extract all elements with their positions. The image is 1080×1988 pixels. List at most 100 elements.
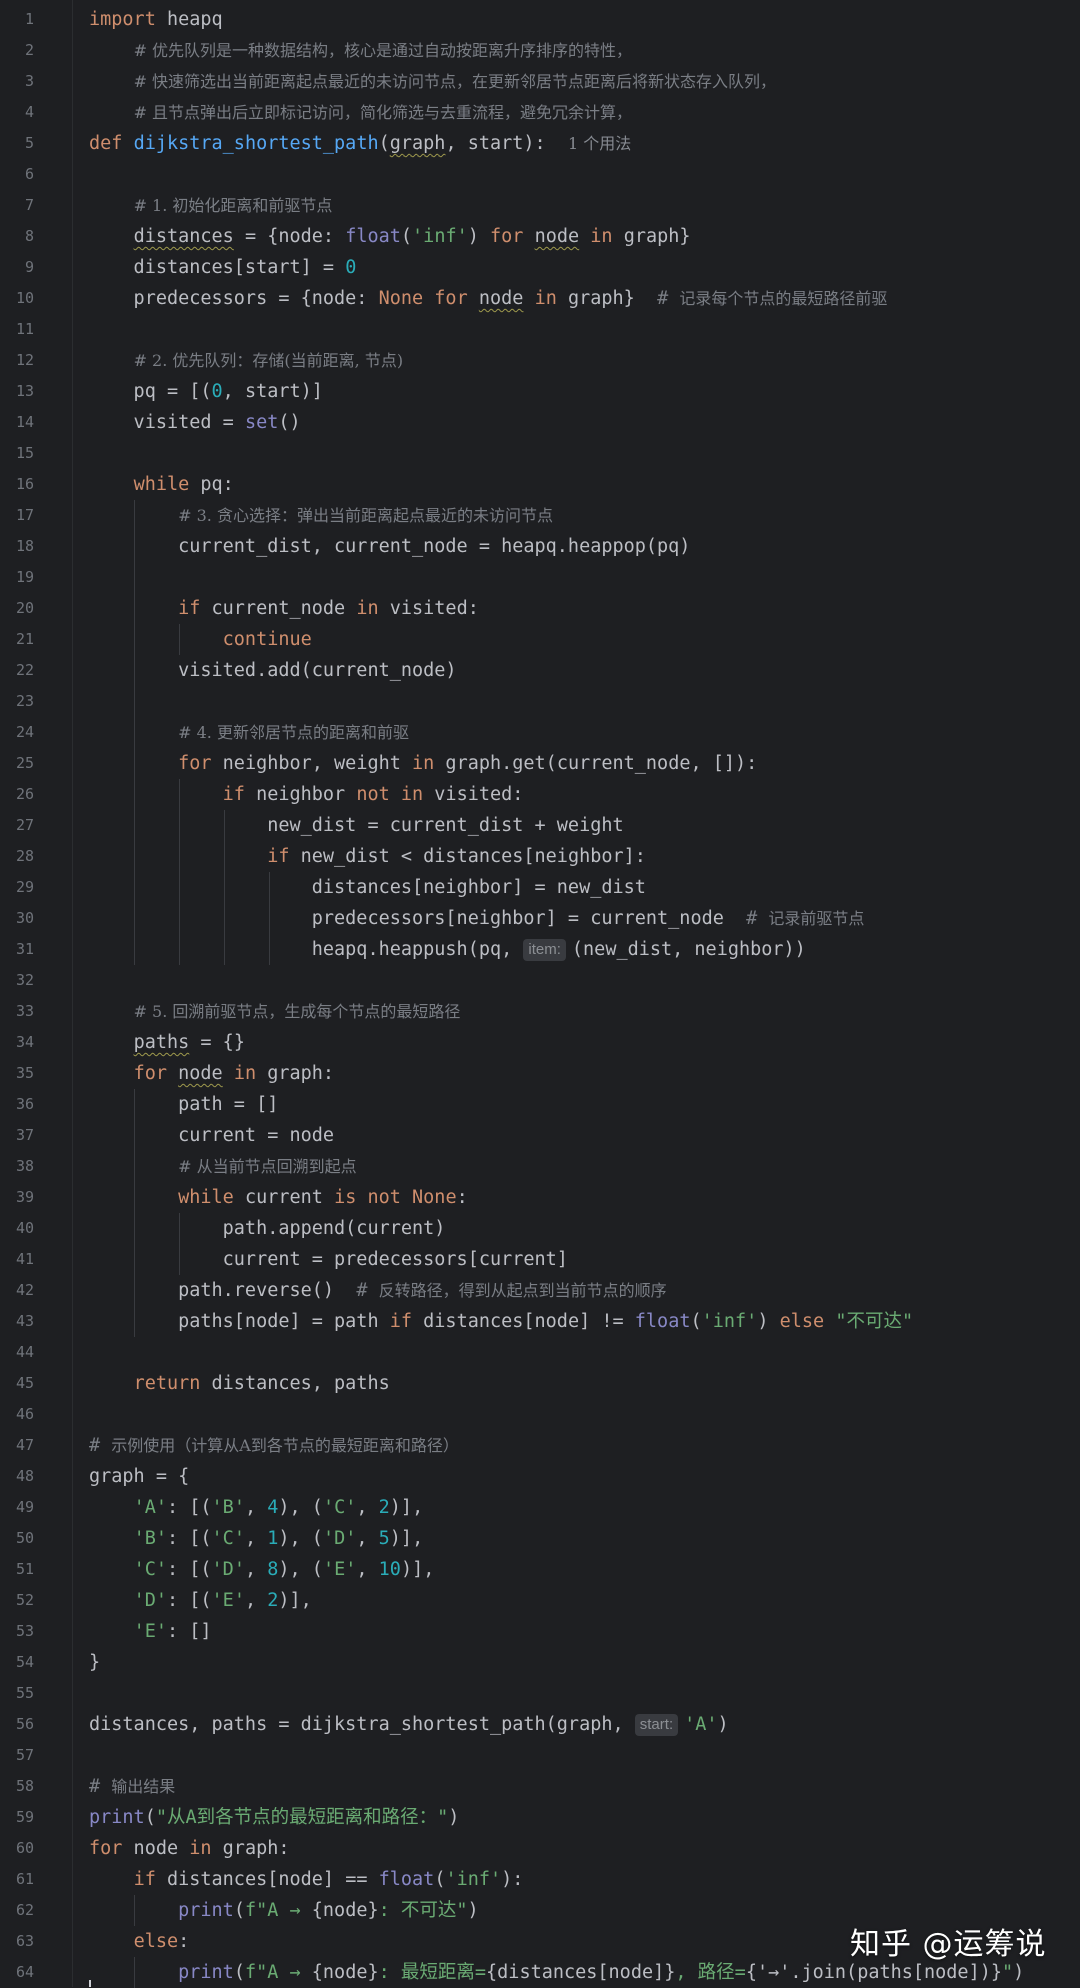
code-line[interactable]: 39 while current is not None:	[0, 1182, 1080, 1213]
code-text[interactable]: 'B': [('C', 1), ('D', 5)],	[89, 1523, 424, 1554]
code-text[interactable]: predecessors[neighbor] = current_node # …	[89, 903, 865, 934]
code-line[interactable]: 51 'C': [('D', 8), ('E', 10)],	[0, 1554, 1080, 1585]
code-line[interactable]: 13 pq = [(0, start)]	[0, 376, 1080, 407]
code-text[interactable]: print("从A到各节点的最短距离和路径：")	[89, 1802, 459, 1833]
code-line[interactable]: 8 distances = {node: float('inf') for no…	[0, 221, 1080, 252]
code-text[interactable]: path.append(current)	[89, 1213, 446, 1244]
code-text[interactable]: current = predecessors[current]	[89, 1244, 568, 1275]
code-text[interactable]: path.reverse() # 反转路径，得到从起点到当前节点的顺序	[89, 1275, 667, 1306]
code-text[interactable]: for neighbor, weight in graph.get(curren…	[89, 748, 757, 779]
code-text[interactable]: 'E': []	[89, 1616, 212, 1647]
code-text[interactable]: distances, paths = dijkstra_shortest_pat…	[89, 1709, 729, 1740]
code-text[interactable]: print(f"A → {node}: 不可达")	[89, 1895, 479, 1926]
code-line[interactable]: 15	[0, 438, 1080, 469]
code-text[interactable]: pq = [(0, start)]	[89, 376, 323, 407]
code-text[interactable]: # 1. 初始化距离和前驱节点	[89, 190, 333, 221]
code-text[interactable]: # 优先队列是一种数据结构，核心是通过自动按距离升序排序的特性，	[89, 35, 633, 66]
code-text[interactable]: while pq:	[89, 469, 234, 500]
code-text[interactable]: if current_node in visited:	[89, 593, 479, 624]
code-text[interactable]: if neighbor not in visited:	[89, 779, 524, 810]
code-line[interactable]: 58 # 输出结果	[0, 1771, 1080, 1802]
code-line[interactable]: 59 print("从A到各节点的最短距离和路径：")	[0, 1802, 1080, 1833]
code-line[interactable]: 10 predecessors = {node: None for node i…	[0, 283, 1080, 314]
code-line[interactable]: 22 visited.add(current_node)	[0, 655, 1080, 686]
code-line[interactable]: 20 if current_node in visited:	[0, 593, 1080, 624]
code-text[interactable]: while current is not None:	[89, 1182, 468, 1213]
code-line[interactable]: 18 current_dist, current_node = heapq.he…	[0, 531, 1080, 562]
code-line[interactable]: 23	[0, 686, 1080, 717]
code-text[interactable]: if new_dist < distances[neighbor]:	[89, 841, 646, 872]
code-line[interactable]: 60 for node in graph:	[0, 1833, 1080, 1864]
code-line[interactable]: 47 # 示例使用（计算从A到各节点的最短距离和路径）	[0, 1430, 1080, 1461]
code-text[interactable]: predecessors = {node: None for node in g…	[89, 283, 888, 314]
code-text[interactable]: # 5. 回溯前驱节点，生成每个节点的最短路径	[89, 996, 461, 1027]
code-line[interactable]: 35 for node in graph:	[0, 1058, 1080, 1089]
code-text[interactable]: else:	[89, 1926, 190, 1957]
code-line[interactable]: 28 if new_dist < distances[neighbor]:	[0, 841, 1080, 872]
code-line[interactable]: 21 continue	[0, 624, 1080, 655]
code-text[interactable]: return distances, paths	[89, 1368, 390, 1399]
code-line[interactable]: 3 # 快速筛选出当前距离起点最近的未访问节点，在更新邻居节点距离后将新状态存入…	[0, 66, 1080, 97]
code-text[interactable]: distances[start] = 0	[89, 252, 357, 283]
code-line[interactable]: 12 # 2. 优先队列：存储(当前距离, 节点)	[0, 345, 1080, 376]
code-line[interactable]: 14 visited = set()	[0, 407, 1080, 438]
code-text[interactable]: continue	[89, 624, 312, 655]
code-line[interactable]: 46	[0, 1399, 1080, 1430]
code-line[interactable]: 41 current = predecessors[current]	[0, 1244, 1080, 1275]
code-text[interactable]: # 且节点弹出后立即标记访问，简化筛选与去重流程，避免冗余计算，	[89, 97, 633, 128]
code-line[interactable]: 40 path.append(current)	[0, 1213, 1080, 1244]
code-text[interactable]: def dijkstra_shortest_path(graph, start)…	[89, 128, 631, 159]
code-text[interactable]: # 2. 优先队列：存储(当前距离, 节点)	[89, 345, 404, 376]
code-line[interactable]: 32	[0, 965, 1080, 996]
code-line[interactable]: 11	[0, 314, 1080, 345]
code-text[interactable]: 'A': [('B', 4), ('C', 2)],	[89, 1492, 424, 1523]
code-line[interactable]: 17 # 3. 贪心选择：弹出当前距离起点最近的未访问节点	[0, 500, 1080, 531]
code-text[interactable]: paths = {}	[89, 1027, 245, 1058]
code-line[interactable]: 30 predecessors[neighbor] = current_node…	[0, 903, 1080, 934]
code-line[interactable]: 61 if distances[node] == float('inf'):	[0, 1864, 1080, 1895]
code-text[interactable]: visited.add(current_node)	[89, 655, 456, 686]
code-text[interactable]: paths[node] = path if distances[node] !=…	[89, 1306, 913, 1337]
code-line[interactable]: 49 'A': [('B', 4), ('C', 2)],	[0, 1492, 1080, 1523]
code-line[interactable]: 52 'D': [('E', 2)],	[0, 1585, 1080, 1616]
code-line[interactable]: 31 heapq.heappush(pq, item: (new_dist, ne…	[0, 934, 1080, 965]
code-line[interactable]: 48 graph = {	[0, 1461, 1080, 1492]
code-line[interactable]: 43 paths[node] = path if distances[node]…	[0, 1306, 1080, 1337]
code-line[interactable]: 50 'B': [('C', 1), ('D', 5)],	[0, 1523, 1080, 1554]
code-text[interactable]: distances[neighbor] = new_dist	[89, 872, 646, 903]
code-line[interactable]: 2 # 优先队列是一种数据结构，核心是通过自动按距离升序排序的特性，	[0, 35, 1080, 66]
code-line[interactable]: 1 import heapq	[0, 4, 1080, 35]
code-line[interactable]: 24 # 4. 更新邻居节点的距离和前驱	[0, 717, 1080, 748]
code-line[interactable]: 36 path = []	[0, 1089, 1080, 1120]
code-text[interactable]: current = node	[89, 1120, 334, 1151]
code-line[interactable]: 16 while pq:	[0, 469, 1080, 500]
code-line[interactable]: 34 paths = {}	[0, 1027, 1080, 1058]
code-text[interactable]: for node in graph:	[89, 1058, 335, 1089]
code-line[interactable]: 5 def dijkstra_shortest_path(graph, start…	[0, 128, 1080, 159]
code-line[interactable]: 25 for neighbor, weight in graph.get(cur…	[0, 748, 1080, 779]
code-line[interactable]: 6	[0, 159, 1080, 190]
code-text[interactable]: path = []	[89, 1089, 278, 1120]
code-line[interactable]: 19	[0, 562, 1080, 593]
code-line[interactable]: 53 'E': []	[0, 1616, 1080, 1647]
code-text[interactable]: # 3. 贪心选择：弹出当前距离起点最近的未访问节点	[89, 500, 553, 531]
code-line[interactable]: 27 new_dist = current_dist + weight	[0, 810, 1080, 841]
code-text[interactable]: 'C': [('D', 8), ('E', 10)],	[89, 1554, 435, 1585]
code-text[interactable]: # 输出结果	[89, 1771, 175, 1802]
code-line[interactable]: 37 current = node	[0, 1120, 1080, 1151]
code-line[interactable]: 57	[0, 1740, 1080, 1771]
code-text[interactable]: }	[89, 1647, 100, 1678]
code-line[interactable]: 38 # 从当前节点回溯到起点	[0, 1151, 1080, 1182]
code-text[interactable]: # 示例使用（计算从A到各节点的最短距离和路径）	[89, 1430, 459, 1461]
code-text[interactable]: # 快速筛选出当前距离起点最近的未访问节点，在更新邻居节点距离后将新状态存入队列…	[89, 66, 777, 97]
code-text[interactable]: 'D': [('E', 2)],	[89, 1585, 312, 1616]
code-text[interactable]: import heapq	[89, 4, 223, 35]
code-line[interactable]: 42 path.reverse() # 反转路径，得到从起点到当前节点的顺序	[0, 1275, 1080, 1306]
code-editor[interactable]: 1 import heapq 2 # 优先队列是一种数据结构，核心是通过自动按距离升…	[0, 0, 1080, 1988]
code-text[interactable]: if distances[node] == float('inf'):	[89, 1864, 524, 1895]
code-text[interactable]: distances = {node: float('inf') for node…	[89, 221, 691, 252]
code-line[interactable]: 4 # 且节点弹出后立即标记访问，简化筛选与去重流程，避免冗余计算，	[0, 97, 1080, 128]
code-line[interactable]: 7 # 1. 初始化距离和前驱节点	[0, 190, 1080, 221]
code-text[interactable]: for node in graph:	[89, 1833, 290, 1864]
code-line[interactable]: 9 distances[start] = 0	[0, 252, 1080, 283]
